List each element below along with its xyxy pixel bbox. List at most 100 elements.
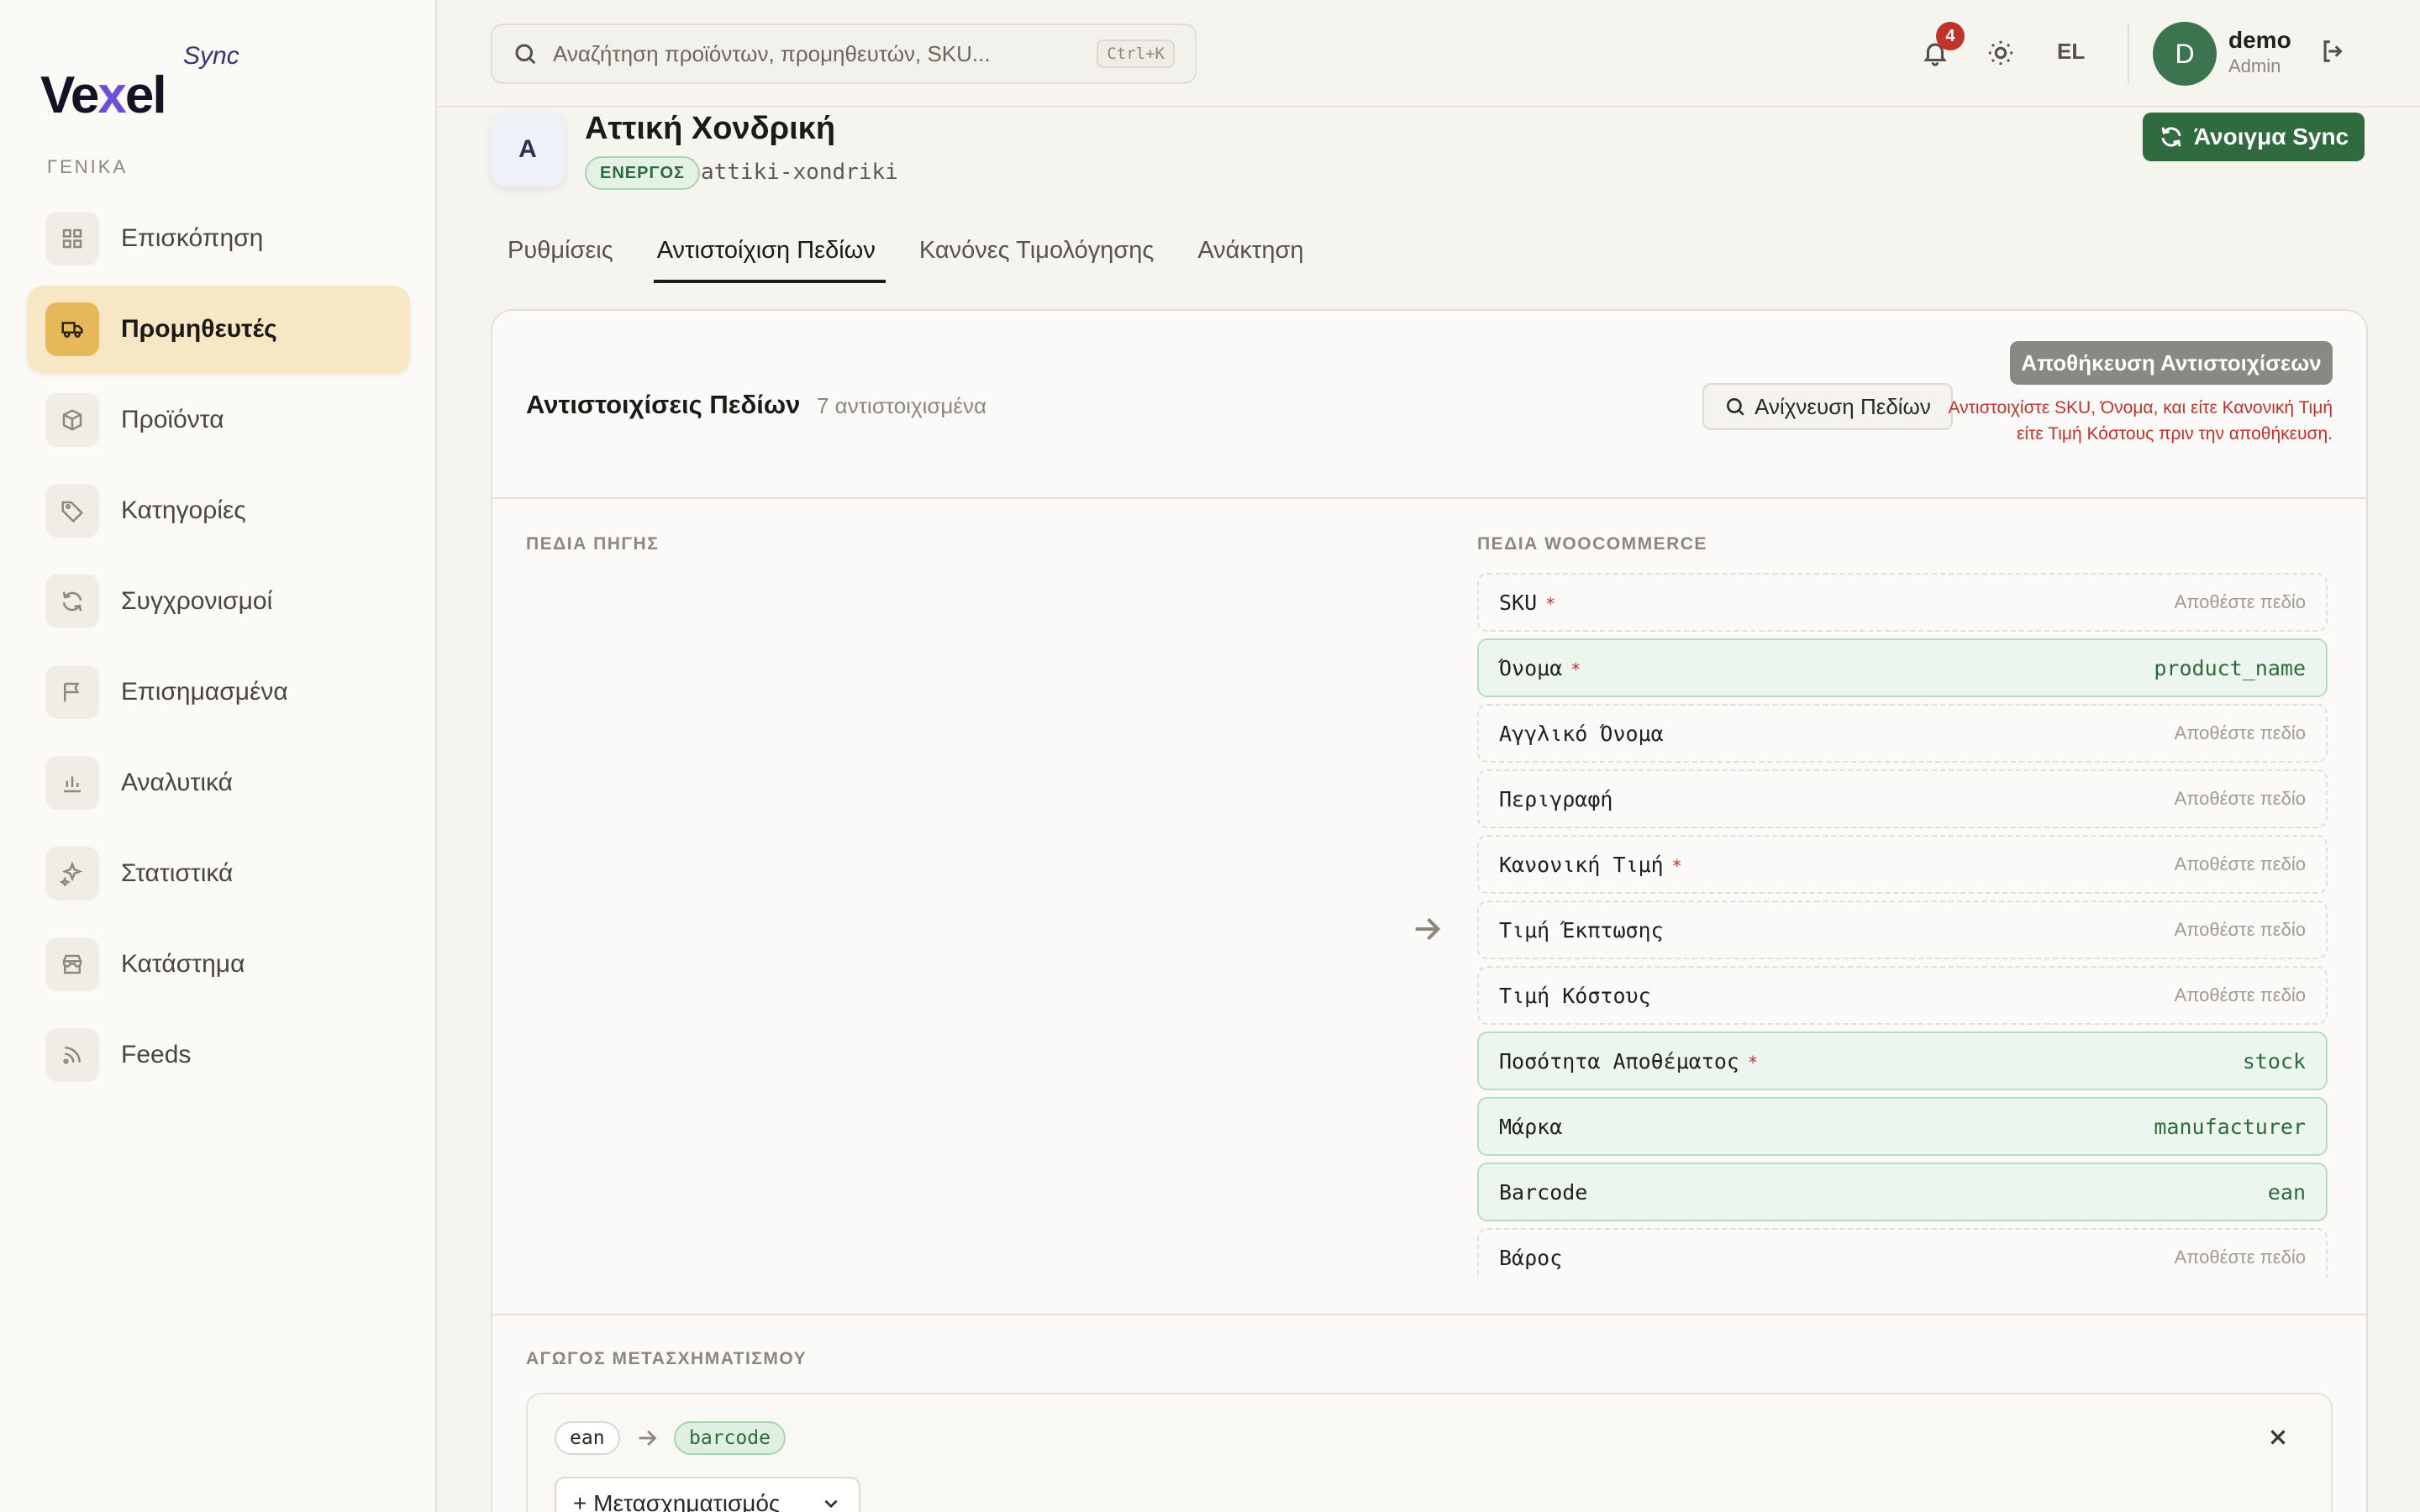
mapped-source-field: stock: [2242, 1048, 2306, 1074]
sidebar-section-label: ΓΕΝΙΚΑ: [47, 156, 129, 177]
open-sync-button[interactable]: Άνοιγμα Sync: [2143, 113, 2365, 161]
sidebar-item-label: Συγχρονισμοί: [121, 587, 273, 615]
drop-placeholder: Αποθέστε πεδίο: [2174, 591, 2306, 612]
woocommerce-field-row[interactable]: Όνομα * product_name: [1477, 638, 2328, 697]
supplier-avatar: A: [491, 113, 565, 186]
close-icon: [2270, 1430, 2286, 1445]
search-box[interactable]: Ctrl+K: [491, 24, 1197, 84]
drop-placeholder: Αποθέστε πεδίο: [2174, 1247, 2306, 1268]
sidebar-item-label: Feeds: [121, 1041, 192, 1068]
open-sync-label: Άνοιγμα Sync: [2193, 123, 2349, 150]
mapped-source-field: product_name: [2154, 655, 2306, 680]
store-icon: [45, 937, 99, 991]
field-name: Barcode: [1499, 1179, 1588, 1205]
sidebar-item-box[interactable]: Προϊόντα: [27, 376, 410, 464]
notifications-button[interactable]: 4: [1916, 22, 1965, 74]
theme-toggle-button[interactable]: [1981, 34, 2022, 74]
woocommerce-field-row[interactable]: Τιμή Κόστους Αποθέστε πεδίο: [1477, 966, 2328, 1025]
notification-badge: 4: [1936, 22, 1965, 50]
sidebar-item-label: Επισημασμένα: [121, 678, 288, 706]
sidebar-item-truck[interactable]: Προμηθευτές: [27, 286, 410, 373]
drop-placeholder: Αποθέστε πεδίο: [2174, 853, 2306, 874]
logo[interactable]: Vexel Sync: [40, 42, 259, 126]
sidebar-item-tag[interactable]: Κατηγορίες: [27, 467, 410, 554]
woocommerce-field-row[interactable]: Μάρκα manufacturer: [1477, 1097, 2328, 1156]
refresh-icon: [2161, 127, 2181, 147]
field-name: Περιγραφή: [1499, 786, 1613, 811]
required-marker: *: [1747, 1052, 1759, 1073]
logo-sync-text: Sync: [183, 42, 239, 70]
card-title: Αντιστοιχίσεις Πεδίων: [526, 390, 801, 419]
search-input[interactable]: [553, 40, 1097, 67]
sidebar-item-label: Κατηγορίες: [121, 496, 246, 524]
sidebar-item-grid[interactable]: Επισκόπηση: [27, 195, 410, 282]
tab-1[interactable]: Ρυθμίσεις: [504, 228, 623, 283]
sidebar-item-label: Αναλυτικά: [121, 769, 233, 796]
woocommerce-field-row[interactable]: Ποσότητα Αποθέματος * stock: [1477, 1032, 2328, 1090]
sidebar-item-label: Προϊόντα: [121, 406, 224, 433]
tab-2[interactable]: Αντιστοίχιση Πεδίων: [653, 228, 886, 283]
transform-section-label: ΑΓΩΓΟΣ ΜΕΤΑΣΧΗΜΑΤΙΣΜΟΥ: [526, 1349, 808, 1368]
field-name: Κανονική Τιμή: [1499, 852, 1664, 877]
sidebar-item-rss[interactable]: Feeds: [27, 1011, 410, 1099]
transform-source-chip: ean: [555, 1421, 620, 1455]
language-switcher[interactable]: EL: [2057, 39, 2085, 65]
sidebar-nav: Επισκόπηση Προμηθευτές Προϊόντα Κατηγορίες Σ…: [27, 195, 410, 1102]
user-role: Admin: [2228, 55, 2281, 76]
required-marker: *: [1671, 855, 1682, 876]
sidebar-item-label: Προμηθευτές: [121, 315, 277, 343]
sidebar-item-label: Στατιστικά: [121, 859, 234, 887]
field-name: Ποσότητα Αποθέματος: [1499, 1048, 1739, 1074]
supplier-slug: attiki-xondriki: [701, 160, 898, 185]
detect-fields-button[interactable]: Ανίχνευση Πεδίων: [1702, 383, 1953, 430]
field-name: Όνομα: [1499, 655, 1563, 680]
user-avatar[interactable]: D: [2153, 22, 2217, 86]
tab-3[interactable]: Κανόνες Τιμολόγησης: [916, 228, 1165, 283]
sidebar-item-store[interactable]: Κατάστημα: [27, 921, 410, 1008]
detect-fields-label: Ανίχνευση Πεδίων: [1754, 393, 1931, 419]
woocommerce-field-row[interactable]: Κανονική Τιμή * Αποθέστε πεδίο: [1477, 835, 2328, 894]
required-marker: *: [1570, 659, 1581, 680]
woocommerce-fields-label: ΠΕΔΙΑ WOOCOMMERCE: [1477, 534, 1707, 554]
logout-icon: [2323, 40, 2343, 62]
source-fields-label: ΠΕΔΙΑ ΠΗΓΗΣ: [526, 534, 660, 554]
page-title: Αττική Χονδρική: [585, 111, 836, 146]
mapped-count: 7 αντιστοιχισμένα: [817, 393, 987, 418]
woocommerce-field-row[interactable]: Αγγλικό Όνομα Αποθέστε πεδίο: [1477, 704, 2328, 763]
search-shortcut: Ctrl+K: [1097, 39, 1175, 68]
chevron-down-icon: [824, 1499, 838, 1509]
tab-bar: Ρυθμίσεις Αντιστοίχιση Πεδίων Κανόνες Τιμο…: [504, 228, 1314, 283]
bar-chart-icon: [45, 756, 99, 810]
field-name: Μάρκα: [1499, 1114, 1563, 1139]
field-name: SKU: [1499, 590, 1538, 615]
drop-placeholder: Αποθέστε πεδίο: [2174, 722, 2306, 743]
woocommerce-field-row[interactable]: Περιγραφή Αποθέστε πεδίο: [1477, 769, 2328, 828]
sidebar-item-refresh[interactable]: Συγχρονισμοί: [27, 558, 410, 645]
tab-4[interactable]: Ανάκτηση: [1194, 228, 1313, 283]
arrow-right-icon: [635, 1426, 660, 1452]
add-transform-dropdown[interactable]: + Μετασχηματισμός: [555, 1477, 860, 1512]
drop-placeholder: Αποθέστε πεδίο: [2174, 984, 2306, 1005]
required-marker: *: [1545, 593, 1556, 614]
field-mapping-card: Αντιστοιχίσεις Πεδίων 7 αντιστοιχισμένα …: [491, 309, 2368, 1512]
rss-icon: [45, 1028, 99, 1082]
search-icon: [515, 44, 536, 65]
add-transform-label: + Μετασχηματισμός: [573, 1490, 781, 1512]
save-mappings-button[interactable]: Αποθήκευση Αντιστοιχίσεων: [2010, 341, 2333, 385]
sidebar-item-flag[interactable]: Επισημασμένα: [27, 648, 410, 736]
woocommerce-field-row[interactable]: SKU * Αποθέστε πεδίο: [1477, 573, 2328, 632]
field-name: Τιμή Έκπτωσης: [1499, 917, 1664, 942]
field-name: Βάρος: [1499, 1245, 1563, 1270]
remove-transform-button[interactable]: [2265, 1425, 2294, 1453]
woocommerce-field-row[interactable]: Barcode ean: [1477, 1163, 2328, 1221]
arrow-right-icon: [1410, 912, 1444, 946]
sidebar-item-bar-chart[interactable]: Αναλυτικά: [27, 739, 410, 827]
woocommerce-field-row[interactable]: Βάρος Αποθέστε πεδίο: [1477, 1228, 2328, 1278]
sidebar-item-sparkles[interactable]: Στατιστικά: [27, 830, 410, 917]
truck-icon: [45, 302, 99, 356]
logout-button[interactable]: [2319, 37, 2353, 71]
woocommerce-field-row[interactable]: Τιμή Έκπτωσης Αποθέστε πεδίο: [1477, 900, 2328, 959]
sidebar: Vexel Sync ΓΕΝΙΚΑ Επισκόπηση Προμηθευτές Π…: [0, 0, 437, 1512]
woocommerce-field-list: SKU * Αποθέστε πεδίο Όνομα * product_name Αγγλ…: [1477, 573, 2328, 1278]
mapped-source-field: manufacturer: [2154, 1114, 2306, 1139]
